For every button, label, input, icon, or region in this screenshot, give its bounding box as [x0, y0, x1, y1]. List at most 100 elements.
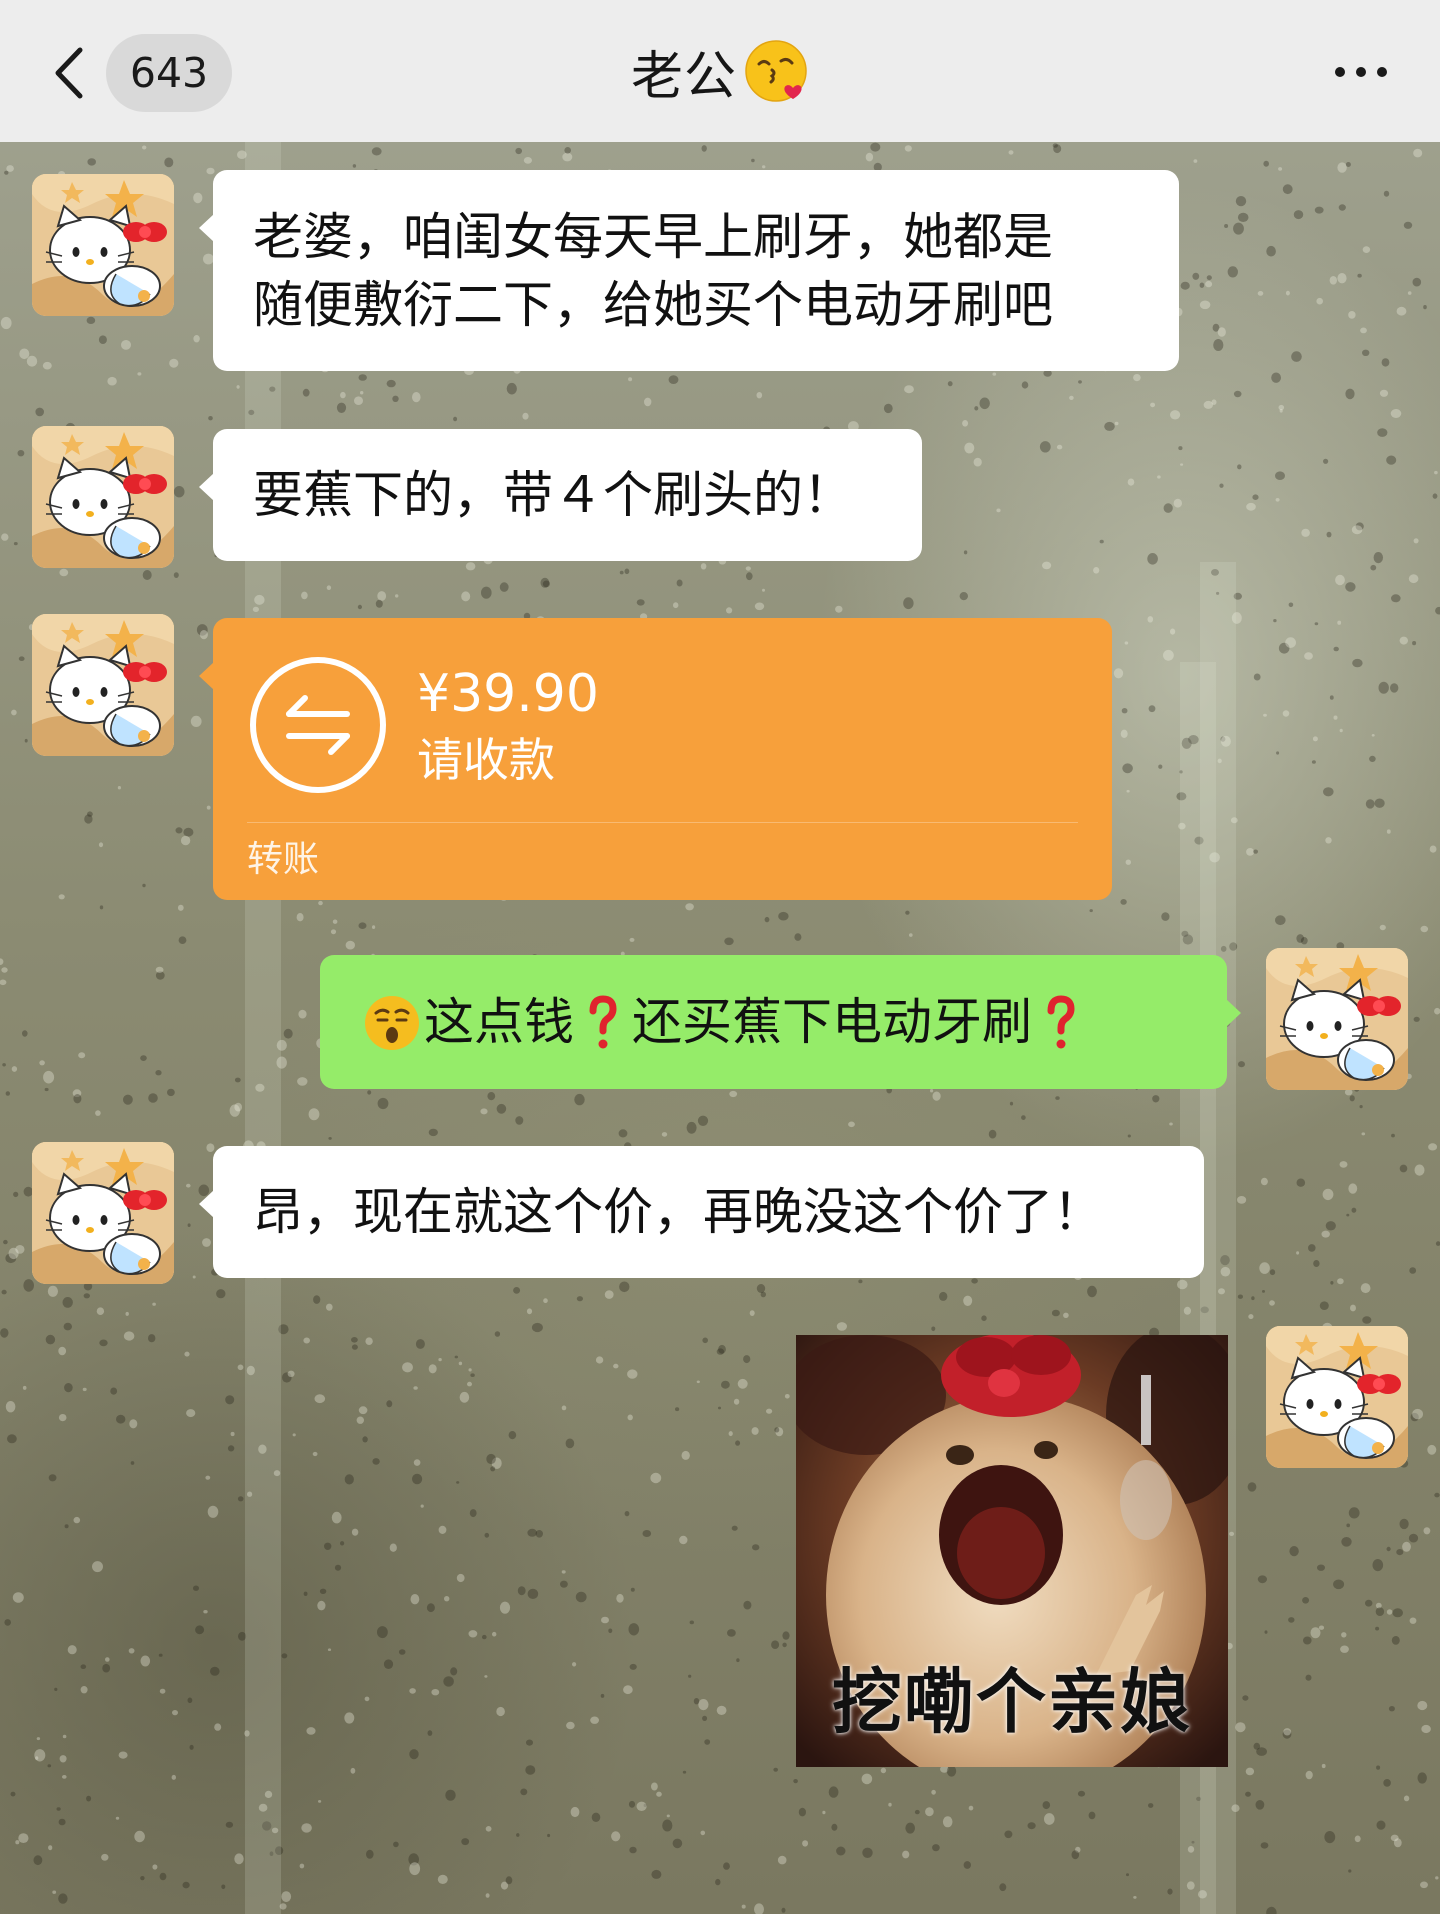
- water-droplet: [164, 157, 174, 168]
- water-droplet: [10, 1791, 16, 1797]
- water-droplet: [727, 1629, 736, 1637]
- water-droplet: [58, 894, 65, 900]
- water-droplet: [1088, 1811, 1096, 1820]
- water-droplet: [1428, 1143, 1438, 1151]
- water-droplet: [485, 1826, 492, 1832]
- water-droplet: [1163, 503, 1173, 513]
- water-droplet: [155, 1070, 162, 1076]
- water-droplet: [932, 1844, 940, 1852]
- water-droplet: [673, 602, 679, 609]
- water-droplet: [64, 1524, 69, 1529]
- water-droplet: [651, 1869, 662, 1879]
- water-droplet: [413, 1386, 418, 1390]
- water-droplet: [974, 406, 979, 411]
- water-droplet: [1296, 934, 1304, 943]
- water-droplet: [681, 1450, 690, 1460]
- water-droplet: [437, 1874, 448, 1884]
- water-droplet: [754, 1903, 764, 1914]
- water-droplet: [778, 911, 789, 921]
- water-droplet: [1308, 1244, 1316, 1252]
- water-droplet: [1359, 1105, 1363, 1109]
- water-droplet: [344, 1712, 355, 1724]
- my-avatar[interactable]: [1266, 1326, 1408, 1468]
- chat-screen: 643 老公 老婆，咱闺女每天早上刷牙，她都是 随便敷衍二下，给她买个电动牙刷吧…: [0, 0, 1440, 1914]
- water-droplet: [1246, 848, 1255, 856]
- water-droplet: [1253, 1742, 1261, 1750]
- water-droplet: [629, 1846, 637, 1854]
- water-droplet: [42, 361, 52, 370]
- my-avatar[interactable]: [1266, 948, 1408, 1090]
- water-droplet: [1362, 1316, 1372, 1324]
- water-droplet: [308, 1108, 320, 1121]
- water-droplet: [1408, 574, 1419, 584]
- water-droplet: [698, 1699, 709, 1711]
- water-droplet: [1412, 277, 1422, 287]
- water-droplet: [189, 1744, 194, 1750]
- water-droplet: [591, 1812, 601, 1823]
- water-droplet: [1420, 925, 1429, 933]
- water-droplet: [1333, 1579, 1345, 1590]
- water-droplet: [1329, 276, 1338, 285]
- water-droplet: [662, 1819, 673, 1832]
- water-droplet: [67, 1645, 77, 1655]
- sticker-image[interactable]: 挖嘞个亲娘: [796, 1335, 1228, 1767]
- water-droplet: [1055, 1096, 1060, 1100]
- water-droplet: [1402, 1541, 1411, 1552]
- water-droplet: [1345, 162, 1351, 167]
- water-droplet: [1319, 1301, 1329, 1310]
- water-droplet: [1423, 1527, 1431, 1535]
- water-droplet: [303, 1337, 311, 1344]
- water-droplet: [1386, 829, 1391, 834]
- back-button[interactable]: [44, 30, 94, 116]
- contact-avatar[interactable]: [32, 174, 174, 316]
- message-bubble-incoming[interactable]: 昂，现在就这个价，再晚没这个价了！: [199, 1146, 1204, 1278]
- water-droplet: [296, 913, 304, 922]
- water-droplet: [1296, 1178, 1306, 1187]
- water-droplet: [802, 1840, 809, 1847]
- water-droplet: [334, 1564, 342, 1571]
- water-droplet: [377, 1097, 389, 1110]
- message-bubble-incoming[interactable]: 要蕉下的，带４个刷头的！: [199, 429, 922, 561]
- water-droplet: [11, 1066, 18, 1072]
- water-droplet: [794, 933, 802, 941]
- water-droplet: [560, 1580, 568, 1588]
- water-droplet: [1381, 358, 1390, 367]
- more-options-button[interactable]: [1326, 44, 1396, 100]
- water-droplet: [1264, 1630, 1268, 1634]
- water-droplet: [697, 1115, 709, 1126]
- contact-avatar[interactable]: [32, 1142, 174, 1284]
- water-droplet: [227, 1445, 235, 1452]
- unread-count-badge[interactable]: 643: [106, 34, 232, 112]
- water-droplet: [1407, 291, 1412, 295]
- water-droplet: [487, 1092, 496, 1101]
- water-droplet: [1351, 1207, 1357, 1213]
- water-droplet: [184, 1351, 190, 1357]
- message-bubble-incoming[interactable]: 老婆，咱闺女每天早上刷牙，她都是 随便敷衍二下，给她买个电动牙刷吧: [199, 170, 1179, 371]
- water-droplet: [6, 1434, 17, 1444]
- water-droplet: [152, 1302, 156, 1306]
- water-droplet: [1285, 290, 1290, 296]
- water-droplet: [1409, 1267, 1417, 1274]
- water-droplet: [971, 1278, 978, 1284]
- water-droplet: [409, 1862, 421, 1876]
- water-droplet: [1378, 681, 1389, 694]
- water-droplet: [18, 1833, 29, 1843]
- money-transfer-card[interactable]: ¥39.90 请收款 转账: [199, 618, 1112, 900]
- water-droplet: [1273, 619, 1277, 623]
- water-droplet: [1263, 160, 1269, 167]
- water-droplet: [562, 152, 573, 162]
- water-droplet: [1133, 374, 1141, 382]
- water-droplet: [862, 1847, 873, 1859]
- water-droplet: [1326, 531, 1332, 538]
- contact-avatar[interactable]: [32, 426, 174, 568]
- water-droplet: [318, 1800, 322, 1803]
- message-bubble-outgoing[interactable]: 这点钱 还买蕉下电动牙刷: [320, 955, 1241, 1089]
- water-droplet: [576, 1296, 584, 1302]
- water-droplet: [195, 1625, 205, 1635]
- contact-avatar[interactable]: [32, 614, 174, 756]
- water-droplet: [84, 814, 93, 824]
- water-droplet: [1283, 1728, 1292, 1736]
- water-droplet: [1289, 1546, 1299, 1557]
- water-droplet: [1275, 471, 1285, 481]
- water-droplet: [527, 1528, 537, 1537]
